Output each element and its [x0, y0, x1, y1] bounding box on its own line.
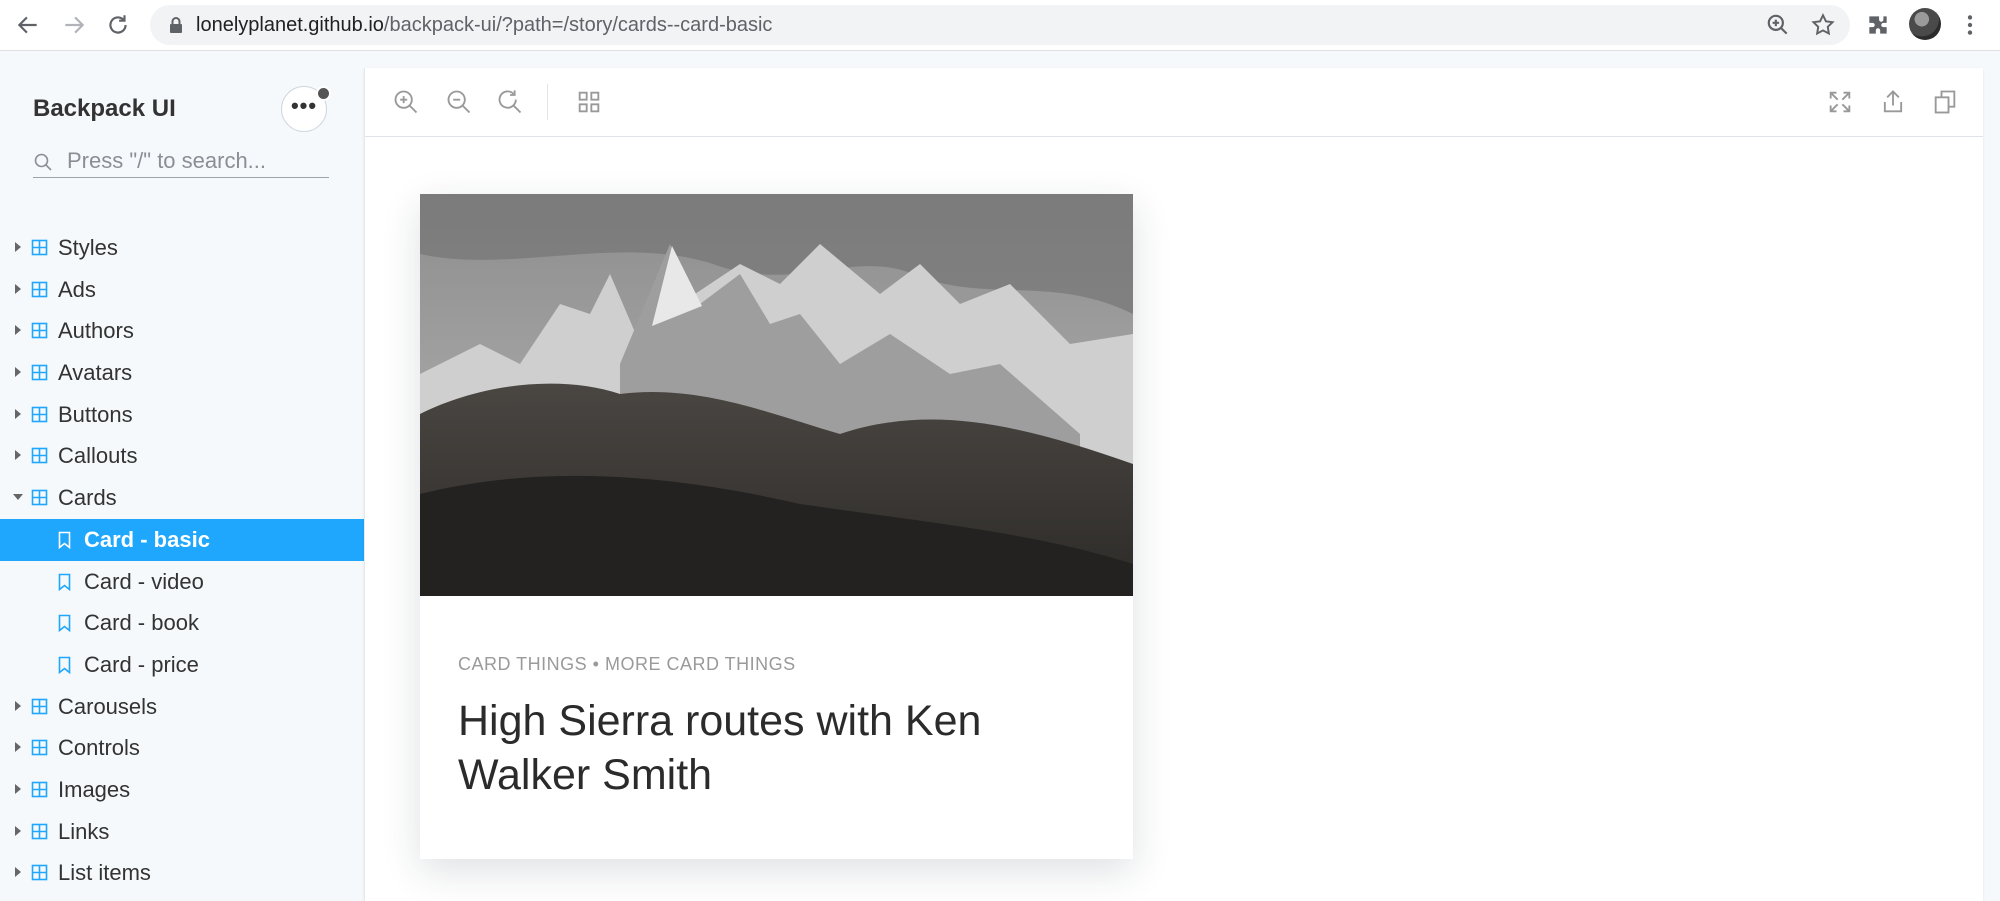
sidebar-item-label: Styles	[58, 235, 118, 260]
component-icon	[31, 698, 48, 715]
caret-right-icon	[11, 282, 25, 296]
bookmark-icon	[58, 656, 71, 675]
preview-toolbar	[365, 68, 1983, 137]
story-tree: Styles Ads Authors Avatars Buttons Callouts Ca…	[0, 227, 364, 894]
back-icon[interactable]	[10, 8, 46, 42]
more-icon[interactable]	[1957, 12, 1983, 38]
sidebar-item-avatars[interactable]: Avatars	[0, 352, 364, 394]
component-icon	[31, 781, 48, 798]
fullscreen-icon[interactable]	[1826, 88, 1854, 116]
story-label: Card - book	[84, 610, 199, 636]
url-text: lonelyplanet.github.io/backpack-ui/?path…	[196, 14, 773, 36]
story-label: Card - basic	[84, 526, 210, 552]
caret-right-icon	[11, 448, 25, 462]
card-image	[420, 194, 1133, 596]
grid-icon[interactable]	[575, 88, 603, 116]
notification-dot	[316, 86, 331, 101]
preview-panel: CARD THINGS • MORE CARD THINGS High Sier…	[364, 68, 1983, 901]
caret-right-icon	[11, 782, 25, 796]
component-icon	[31, 823, 48, 840]
sidebar-item-links[interactable]: Links	[0, 811, 364, 853]
caret-right-icon	[11, 740, 25, 754]
sidebar-item-label: Authors	[58, 318, 134, 344]
caret-right-icon	[11, 699, 25, 713]
forward-icon[interactable]	[56, 8, 92, 42]
story-card-price[interactable]: Card - price	[0, 644, 364, 686]
component-icon	[31, 739, 48, 756]
sidebar-item-cards[interactable]: Cards	[0, 477, 364, 519]
caret-right-icon	[11, 323, 25, 337]
caret-right-icon	[11, 865, 25, 879]
component-icon	[31, 406, 48, 423]
component-icon	[31, 364, 48, 381]
copy-icon[interactable]	[1931, 88, 1959, 116]
component-icon	[31, 489, 48, 506]
card-title[interactable]: High Sierra routes with Ken Walker Smith	[458, 694, 1098, 802]
sidebar-item-label: Ads	[58, 276, 96, 302]
component-icon	[31, 281, 48, 298]
toolbar-divider	[547, 84, 548, 120]
sidebar-item-callouts[interactable]: Callouts	[0, 435, 364, 477]
sidebar-item-label: Controls	[58, 735, 140, 761]
extensions-icon[interactable]	[1865, 12, 1891, 38]
brand-title[interactable]: Backpack UI	[33, 95, 176, 123]
bookmark-icon	[58, 573, 71, 591]
lock-icon	[170, 17, 182, 33]
story-card-basic[interactable]: Card - basic	[0, 518, 364, 561]
search-icon	[34, 153, 52, 171]
zoom-out-icon[interactable]	[445, 88, 473, 116]
sidebar-item-label: Buttons	[58, 401, 133, 427]
bookmark-icon	[58, 531, 71, 549]
sidebar-item-label: Callouts	[58, 443, 138, 469]
story-card-video[interactable]: Card - video	[0, 561, 364, 603]
zoom-icon[interactable]	[1765, 12, 1791, 38]
component-icon	[31, 239, 48, 256]
sidebar-item-label: Avatars	[58, 360, 133, 386]
sidebar-item-label: Images	[58, 776, 131, 802]
sidebar-item-authors[interactable]: Authors	[0, 310, 364, 352]
card-basic[interactable]: CARD THINGS • MORE CARD THINGS High Sier…	[420, 194, 1133, 859]
sidebar-item-controls[interactable]: Controls	[0, 727, 364, 769]
component-icon	[31, 322, 48, 339]
story-label: Card - price	[84, 651, 199, 677]
caret-down-icon	[11, 490, 25, 504]
reload-icon[interactable]	[100, 8, 136, 42]
sidebar-item-label: List items	[58, 860, 151, 886]
caret-right-icon	[11, 365, 25, 379]
profile-avatar[interactable]	[1909, 8, 1941, 40]
sidebar: Backpack UI ••• Styles Ads Authors Avatars B…	[0, 51, 364, 901]
component-icon	[31, 447, 48, 464]
sidebar-item-styles[interactable]: Styles	[0, 227, 364, 269]
caret-right-icon	[11, 824, 25, 838]
sidebar-item-list-items[interactable]: List items	[0, 852, 364, 894]
caret-right-icon	[11, 240, 25, 254]
sidebar-item-images[interactable]: Images	[0, 769, 364, 811]
sidebar-item-label: Links	[58, 818, 110, 844]
sidebar-item-label: Cards	[58, 485, 117, 511]
share-icon[interactable]	[1879, 88, 1907, 116]
story-card-book[interactable]: Card - book	[0, 602, 364, 644]
component-icon	[31, 864, 48, 881]
star-icon[interactable]	[1810, 12, 1836, 38]
sidebar-item-ads[interactable]: Ads	[0, 269, 364, 311]
zoom-reset-icon[interactable]	[496, 88, 524, 116]
caret-right-icon	[11, 407, 25, 421]
address-bar[interactable]: lonelyplanet.github.io/backpack-ui/?path…	[150, 5, 1850, 45]
sidebar-item-carousels[interactable]: Carousels	[0, 686, 364, 728]
card-meta: CARD THINGS • MORE CARD THINGS	[458, 654, 796, 674]
sidebar-item-buttons[interactable]: Buttons	[0, 394, 364, 436]
ellipsis-icon: •••	[290, 93, 318, 118]
zoom-in-icon[interactable]	[392, 88, 420, 116]
search-field[interactable]	[33, 147, 329, 178]
sidebar-item-label: Carousels	[58, 693, 158, 719]
bookmark-icon	[58, 614, 71, 633]
browser-toolbar: lonelyplanet.github.io/backpack-ui/?path…	[0, 0, 2000, 51]
search-input[interactable]	[67, 147, 327, 175]
story-label: Card - video	[84, 568, 204, 594]
